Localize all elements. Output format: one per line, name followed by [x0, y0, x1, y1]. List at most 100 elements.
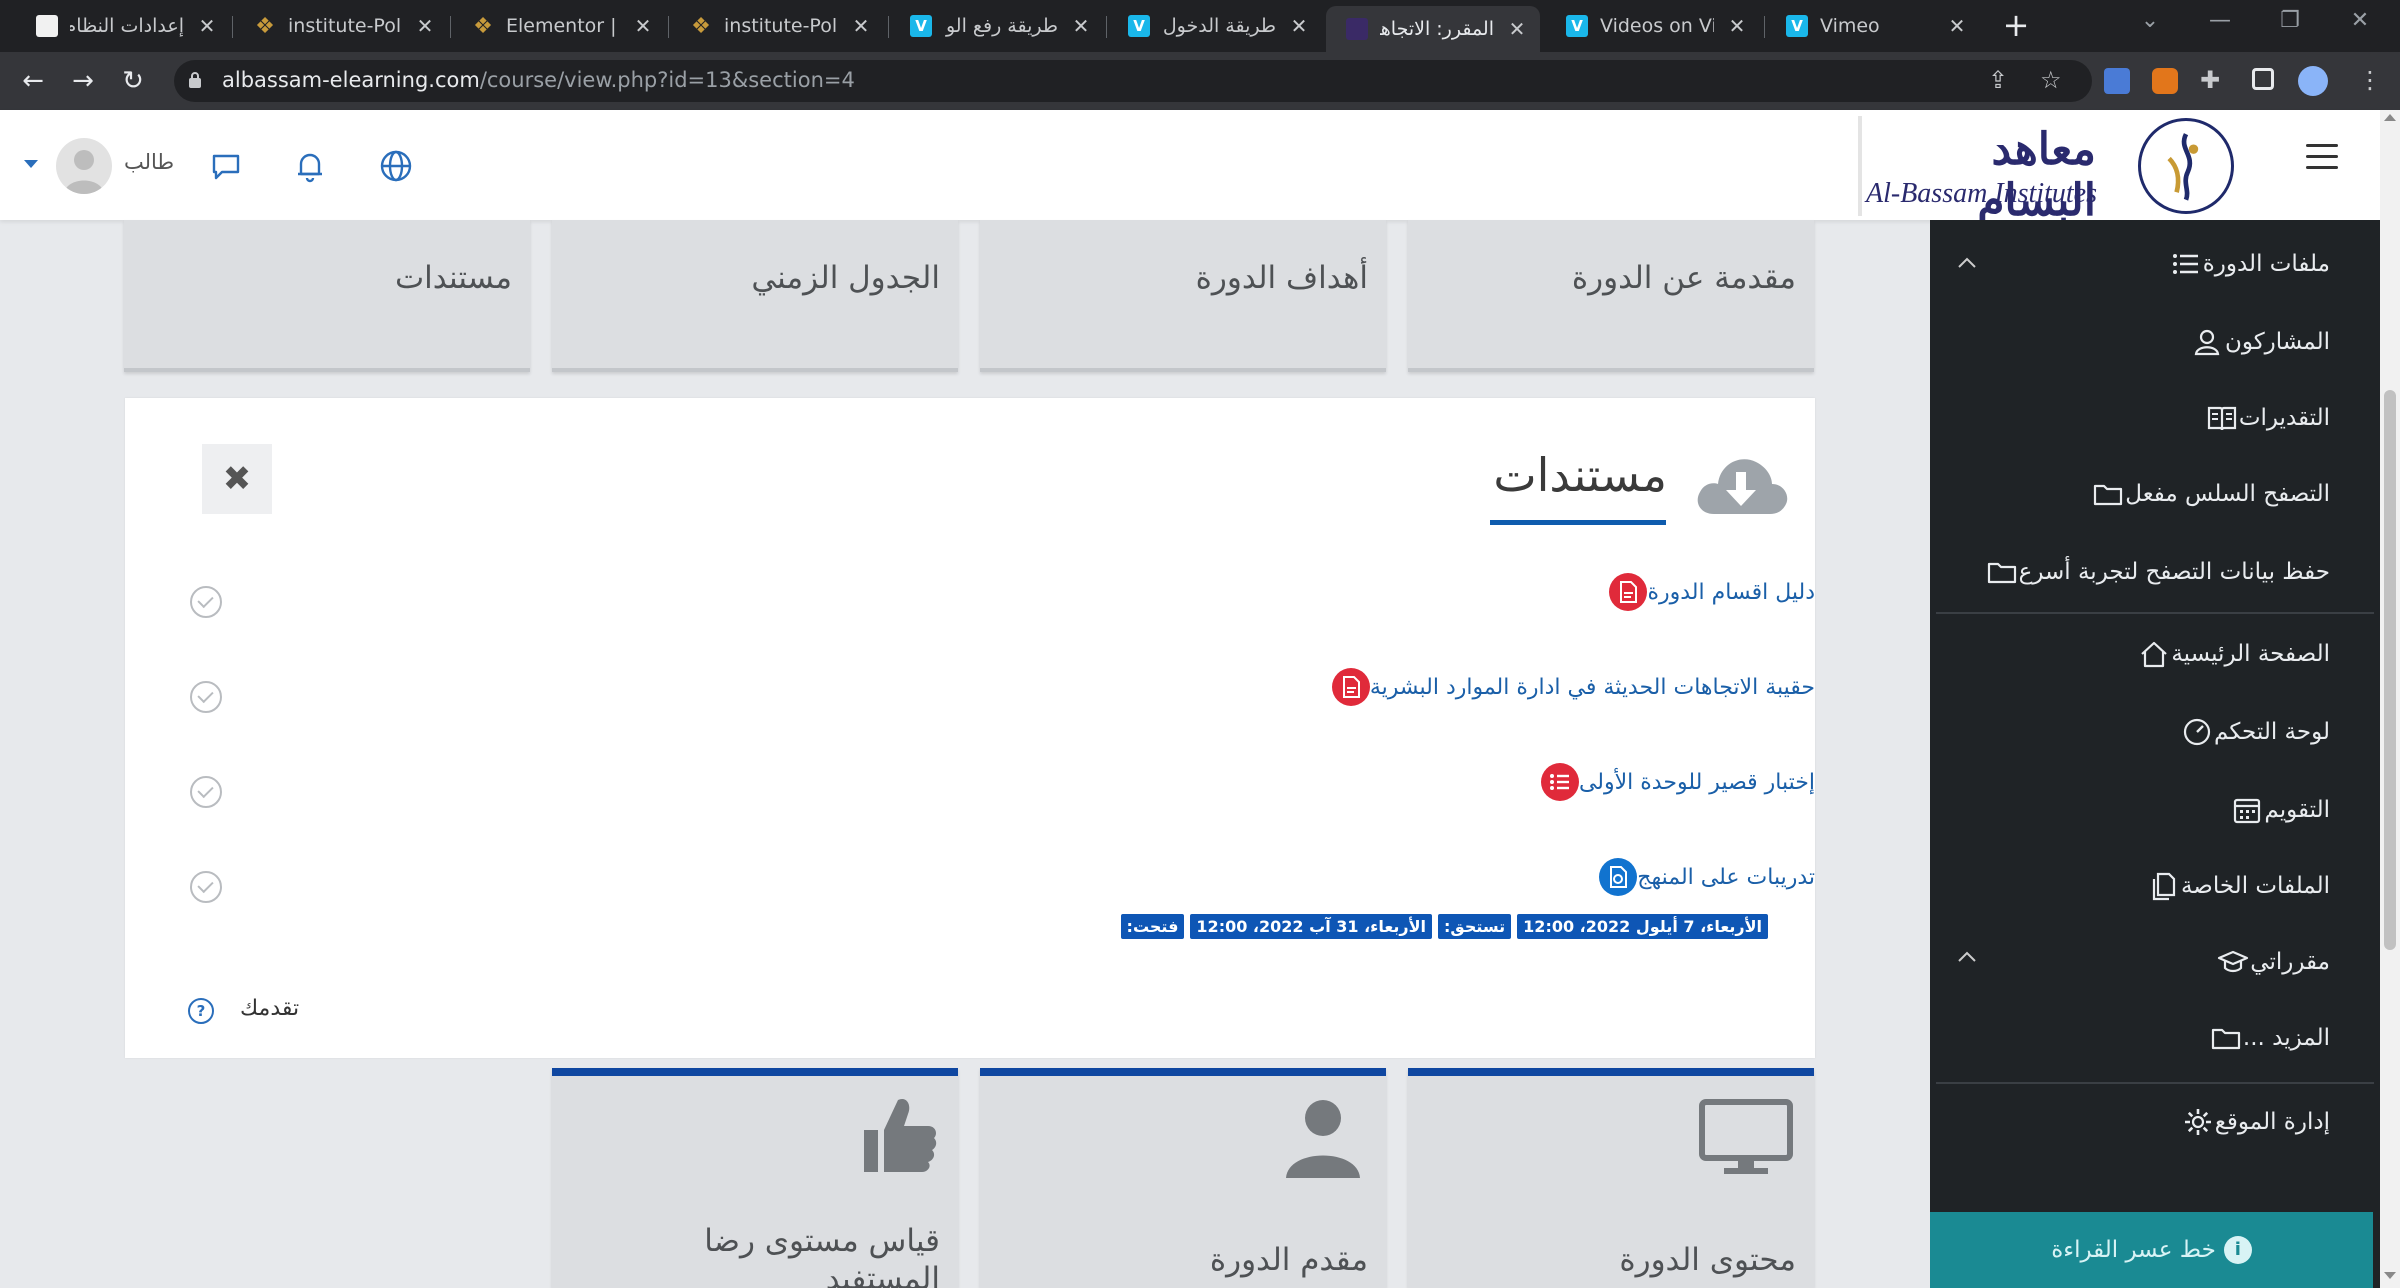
sidebar-item-save-browsing-data[interactable]: حفظ بيانات التصفح لتجربة أسرع — [1979, 552, 2330, 592]
sidebar-item-more[interactable]: المزيد ... — [2203, 1018, 2330, 1058]
tab-title: طريقة رفع الو — [945, 15, 1058, 37]
site-favicon-icon: ❖ — [691, 13, 711, 39]
tab-search-icon[interactable]: ⌄ — [2130, 8, 2170, 33]
sidebar-item-site-admin[interactable]: إدارة الموقع — [2175, 1102, 2330, 1142]
list-icon — [2169, 247, 2203, 281]
close-tab-icon[interactable]: ✕ — [632, 14, 654, 38]
sidebar-item-label: التصفح السلس مفعل — [2125, 481, 2330, 507]
activity-link[interactable]: تدريبات على المنهج — [1637, 865, 1815, 890]
close-window-icon[interactable]: ✕ — [2340, 8, 2380, 33]
activity-row[interactable]: دليل اقسام الدورة — [1593, 572, 1815, 612]
close-tab-icon[interactable]: ✕ — [1288, 14, 1310, 38]
extension-metamask-icon[interactable] — [2152, 68, 2178, 94]
activity-row[interactable]: تدريبات على المنهج — [1583, 857, 1815, 897]
minimize-icon[interactable]: — — [2200, 8, 2240, 33]
side-panel-icon[interactable] — [2252, 68, 2274, 90]
close-tab-icon[interactable]: ✕ — [1506, 17, 1528, 41]
header-divider — [1858, 116, 1862, 216]
user-menu-caret-icon[interactable] — [24, 160, 38, 168]
close-section-button[interactable]: ✖ — [202, 444, 272, 514]
url-text[interactable]: albassam-elearning.com/course/view.php?i… — [222, 68, 855, 92]
forward-icon[interactable]: → — [66, 64, 100, 98]
completion-checkbox[interactable] — [190, 871, 222, 903]
tile-schedule[interactable]: الجدول الزمني — [552, 220, 958, 372]
completion-checkbox[interactable] — [190, 586, 222, 618]
activity-row[interactable]: حقيبة الاتجاهات الحديثة في ادارة الموارد… — [1316, 667, 1815, 707]
tile-satisfaction-survey[interactable]: قياس مستوى رضا المستفيد — [552, 1068, 958, 1288]
scrollbar-thumb[interactable] — [2384, 390, 2396, 950]
tab-elementor[interactable]: ❖ Elementor | in ✕ — [452, 6, 666, 46]
tab-title: إعدادات النظام — [70, 15, 184, 37]
tab-course-active[interactable]: المقرر: الاتجاهات ✕ — [1326, 6, 1540, 52]
messages-chat-icon[interactable] — [208, 148, 244, 184]
bookmark-star-icon[interactable]: ☆ — [2040, 66, 2062, 94]
tab-videos-on-vimeo[interactable]: V Videos on Vin ✕ — [1546, 6, 1760, 46]
section-title-underline — [1490, 520, 1666, 525]
tab-vimeo[interactable]: V Vimeo ✕ — [1766, 6, 1980, 46]
sidebar-item-label: ملفات الدورة — [2202, 251, 2330, 277]
help-icon[interactable]: ? — [188, 998, 214, 1024]
tile-instructor[interactable]: مقدم الدورة — [980, 1068, 1386, 1288]
maximize-icon[interactable]: ❐ — [2270, 8, 2310, 33]
completion-checkbox[interactable] — [190, 776, 222, 808]
language-globe-icon[interactable] — [378, 148, 414, 184]
close-tab-icon[interactable]: ✕ — [850, 14, 872, 38]
tab-vimeo-upload[interactable]: V طريقة رفع الو ✕ — [890, 6, 1104, 46]
activity-link[interactable]: حقيبة الاتجاهات الحديثة في ادارة الموارد… — [1370, 675, 1815, 700]
profile-avatar-icon[interactable] — [2298, 66, 2328, 96]
scroll-down-arrow-icon[interactable] — [2384, 1272, 2396, 1279]
user-avatar[interactable] — [56, 138, 112, 194]
tab-institute-policy-1[interactable]: ❖ institute-Polic ✕ — [234, 6, 448, 46]
sidebar-item-label: إدارة الموقع — [2214, 1109, 2330, 1135]
chevron-up-icon[interactable] — [1956, 256, 1978, 270]
activity-link[interactable]: دليل اقسام الدورة — [1647, 580, 1815, 605]
close-tab-icon[interactable]: ✕ — [414, 14, 436, 38]
user-name[interactable]: طالب — [124, 150, 174, 174]
tile-course-goals[interactable]: أهداف الدورة — [980, 220, 1386, 372]
sidebar-item-dashboard[interactable]: لوحة التحكم — [2174, 712, 2330, 752]
activity-link[interactable]: إختبار قصير للوحدة الأولى — [1579, 770, 1815, 795]
browser-menu-icon[interactable]: ⋮ — [2358, 66, 2382, 94]
notifications-bell-icon[interactable] — [292, 148, 328, 184]
users-icon — [2191, 325, 2225, 359]
tile-documents[interactable]: مستندات — [124, 220, 530, 372]
calendar-icon — [2230, 793, 2264, 827]
sidebar-item-grades[interactable]: التقديرات — [2199, 398, 2330, 438]
extension-screen-icon[interactable] — [2104, 68, 2130, 94]
tile-course-content[interactable]: محتوى الدورة — [1408, 1068, 1814, 1288]
sidebar-item-home[interactable]: الصفحة الرئيسية — [2131, 634, 2330, 674]
tab-vimeo-login[interactable]: V طريقة الدخول ✕ — [1108, 6, 1322, 46]
tab-institute-policy-2[interactable]: ❖ institute-Polic ✕ — [670, 6, 884, 46]
tab-system-settings[interactable]: إعدادات النظام ✕ — [16, 6, 230, 46]
sidebar-item-course-files[interactable]: ملفات الدورة — [2163, 244, 2330, 284]
close-tab-icon[interactable]: ✕ — [1726, 14, 1748, 38]
dyslexia-font-button[interactable]: i خط عسر القراءة — [1930, 1212, 2373, 1288]
tab-separator — [668, 16, 669, 38]
sidebar-item-my-courses[interactable]: مقرراتي — [2210, 942, 2330, 982]
files-icon — [2147, 869, 2181, 903]
close-tab-icon[interactable]: ✕ — [1946, 14, 1968, 38]
tile-label: الجدول الزمني — [751, 260, 940, 296]
sidebar-item-smooth-browsing[interactable]: التصفح السلس مفعل — [2085, 474, 2330, 514]
new-tab-button[interactable]: + — [2000, 9, 2032, 42]
completion-checkbox[interactable] — [190, 681, 222, 713]
close-tab-icon[interactable]: ✕ — [1070, 14, 1092, 38]
reload-icon[interactable]: ↻ — [116, 64, 150, 98]
lock-icon[interactable] — [188, 71, 202, 89]
scroll-up-arrow-icon[interactable] — [2384, 114, 2396, 121]
close-tab-icon[interactable]: ✕ — [196, 14, 218, 38]
extensions-puzzle-icon[interactable]: ✚ — [2200, 66, 2220, 94]
cloud-download-icon — [1697, 459, 1788, 514]
site-logo[interactable]: معاهد البسام Al-Bassam Institutes — [1866, 124, 2097, 226]
share-icon[interactable]: ⇪ — [1988, 66, 2008, 94]
sidebar-item-participants[interactable]: المشاركون — [2185, 322, 2330, 362]
back-icon[interactable]: ← — [16, 64, 50, 98]
sidebar-item-private-files[interactable]: الملفات الخاصة — [2141, 866, 2330, 906]
hamburger-menu-icon[interactable] — [2306, 144, 2338, 170]
vimeo-favicon-icon: V — [1786, 15, 1808, 37]
sidebar-divider — [1936, 612, 2374, 614]
activity-row[interactable]: إختبار قصير للوحدة الأولى — [1525, 762, 1815, 802]
chevron-up-icon[interactable] — [1956, 950, 1978, 964]
tile-course-intro[interactable]: مقدمة عن الدورة — [1408, 220, 1814, 372]
sidebar-item-calendar[interactable]: التقويم — [2224, 790, 2330, 830]
